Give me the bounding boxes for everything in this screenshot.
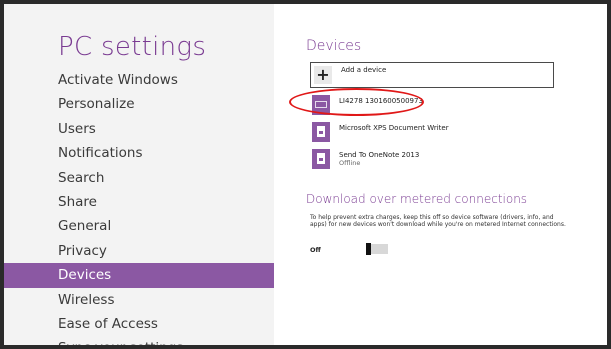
sidebar: PC settings Activate Windows Personalize… xyxy=(4,4,274,345)
devices-panel: Devices + Add a device LI4278 1301600500… xyxy=(274,4,607,345)
devices-heading: Devices xyxy=(306,38,362,54)
sidebar-item-sync-settings[interactable]: Sync your settings xyxy=(4,336,274,345)
sidebar-item-devices[interactable]: Devices xyxy=(4,263,274,288)
page-title: PC settings xyxy=(58,32,207,62)
metered-toggle[interactable] xyxy=(366,243,388,255)
red-highlight-circle xyxy=(289,88,424,116)
sidebar-item-activate-windows[interactable]: Activate Windows xyxy=(4,68,274,92)
sidebar-item-users[interactable]: Users xyxy=(4,117,274,141)
add-device-label: Add a device xyxy=(341,66,387,74)
device-status: Offline xyxy=(339,159,361,167)
sidebar-item-ease-of-access[interactable]: Ease of Access xyxy=(4,312,274,336)
metered-description: To help prevent extra charges, keep this… xyxy=(310,214,566,228)
sidebar-item-personalize[interactable]: Personalize xyxy=(4,92,274,116)
sidebar-item-notifications[interactable]: Notifications xyxy=(4,141,274,165)
sidebar-item-search[interactable]: Search xyxy=(4,166,274,190)
sidebar-item-privacy[interactable]: Privacy xyxy=(4,239,274,263)
toggle-thumb[interactable] xyxy=(366,243,371,255)
toggle-state-label: Off xyxy=(310,246,321,254)
settings-window: PC settings Activate Windows Personalize… xyxy=(4,4,607,345)
metered-heading: Download over metered connections xyxy=(306,192,528,206)
sidebar-item-general[interactable]: General xyxy=(4,214,274,238)
sidebar-nav: Activate Windows Personalize Users Notif… xyxy=(4,68,274,345)
device-name: Send To OneNote 2013 xyxy=(339,151,420,159)
plus-icon: + xyxy=(314,66,332,84)
printer-icon xyxy=(312,149,330,169)
add-device-button[interactable]: + Add a device xyxy=(310,62,554,88)
sidebar-item-share[interactable]: Share xyxy=(4,190,274,214)
printer-icon xyxy=(312,122,330,142)
device-name: Microsoft XPS Document Writer xyxy=(339,124,449,132)
sidebar-item-wireless[interactable]: Wireless xyxy=(4,288,274,312)
